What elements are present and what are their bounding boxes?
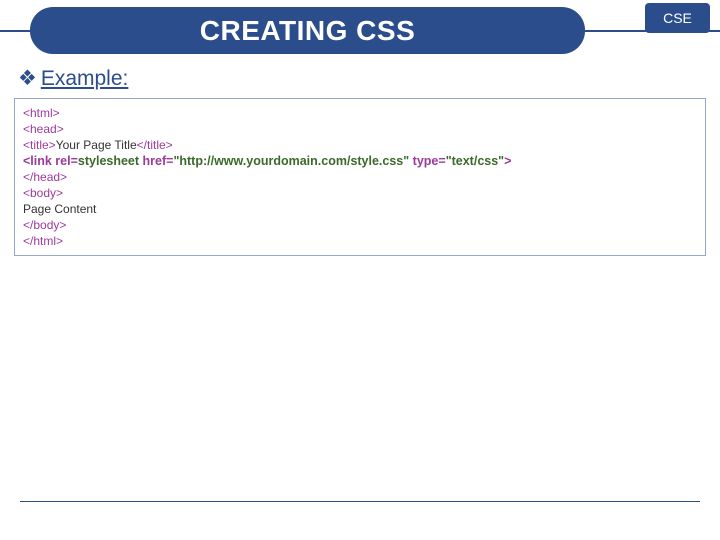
code-line: <link rel=stylesheet href="http://www.yo… (23, 153, 697, 169)
title-pill: CREATING CSS (30, 7, 585, 54)
code-line: <body> (23, 185, 697, 201)
example-heading: ❖Example: (18, 66, 128, 91)
badge-label: CSE (663, 10, 692, 26)
code-line: <title>Your Page Title</title> (23, 137, 697, 153)
code-line: </html> (23, 233, 697, 249)
code-line: <html> (23, 105, 697, 121)
code-example-box: <html><head><title>Your Page Title</titl… (14, 98, 706, 256)
code-line: Page Content (23, 201, 697, 217)
corner-badge: CSE (645, 3, 710, 33)
footer-rule (20, 501, 700, 502)
page-title: CREATING CSS (200, 15, 416, 47)
code-line: <head> (23, 121, 697, 137)
code-line: </body> (23, 217, 697, 233)
code-line: </head> (23, 169, 697, 185)
example-text: Example: (41, 67, 129, 90)
diamond-bullet-icon: ❖ (18, 66, 37, 91)
